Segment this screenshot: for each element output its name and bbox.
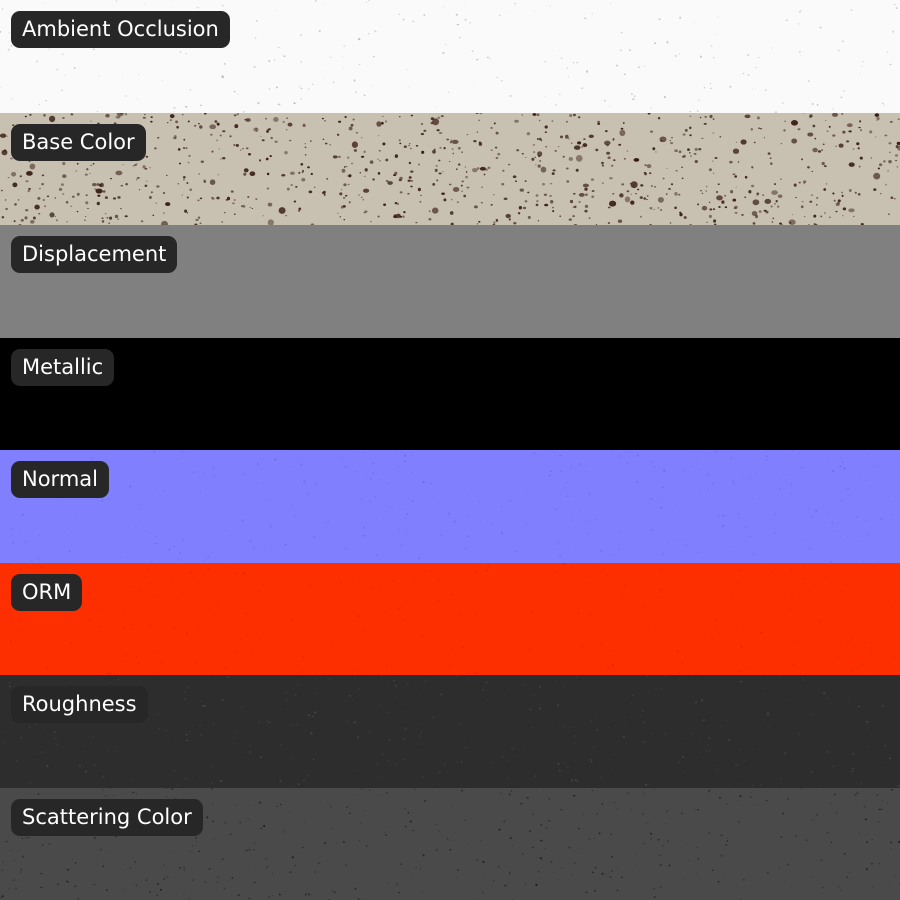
normal-texture bbox=[0, 450, 900, 563]
map-label-metallic: Metallic bbox=[11, 348, 115, 386]
map-band-base-color: Base Color bbox=[0, 112, 900, 225]
map-label-normal: Normal bbox=[11, 461, 109, 498]
map-band-scattering-color: Scattering Color bbox=[0, 787, 900, 900]
metallic-texture bbox=[0, 337, 900, 450]
orm-texture bbox=[0, 562, 900, 675]
map-label-orm: ORM bbox=[11, 573, 83, 611]
map-band-metallic: Metallic bbox=[0, 337, 900, 450]
map-label-base-color: Base Color bbox=[11, 123, 146, 161]
map-label-scattering-color: Scattering Color bbox=[11, 798, 203, 836]
map-band-ambient-occlusion: Ambient Occlusion bbox=[0, 0, 900, 113]
map-band-displacement: Displacement bbox=[0, 225, 900, 338]
texture-map-sheet: Ambient Occlusion Base Color Displacemen… bbox=[0, 0, 900, 900]
map-band-orm: ORM bbox=[0, 562, 900, 675]
map-band-normal: Normal bbox=[0, 450, 900, 563]
map-band-roughness: Roughness bbox=[0, 675, 900, 788]
map-label-displacement: Displacement bbox=[11, 236, 178, 273]
map-label-roughness: Roughness bbox=[11, 686, 148, 723]
map-label-ambient-occlusion: Ambient Occlusion bbox=[11, 11, 230, 48]
